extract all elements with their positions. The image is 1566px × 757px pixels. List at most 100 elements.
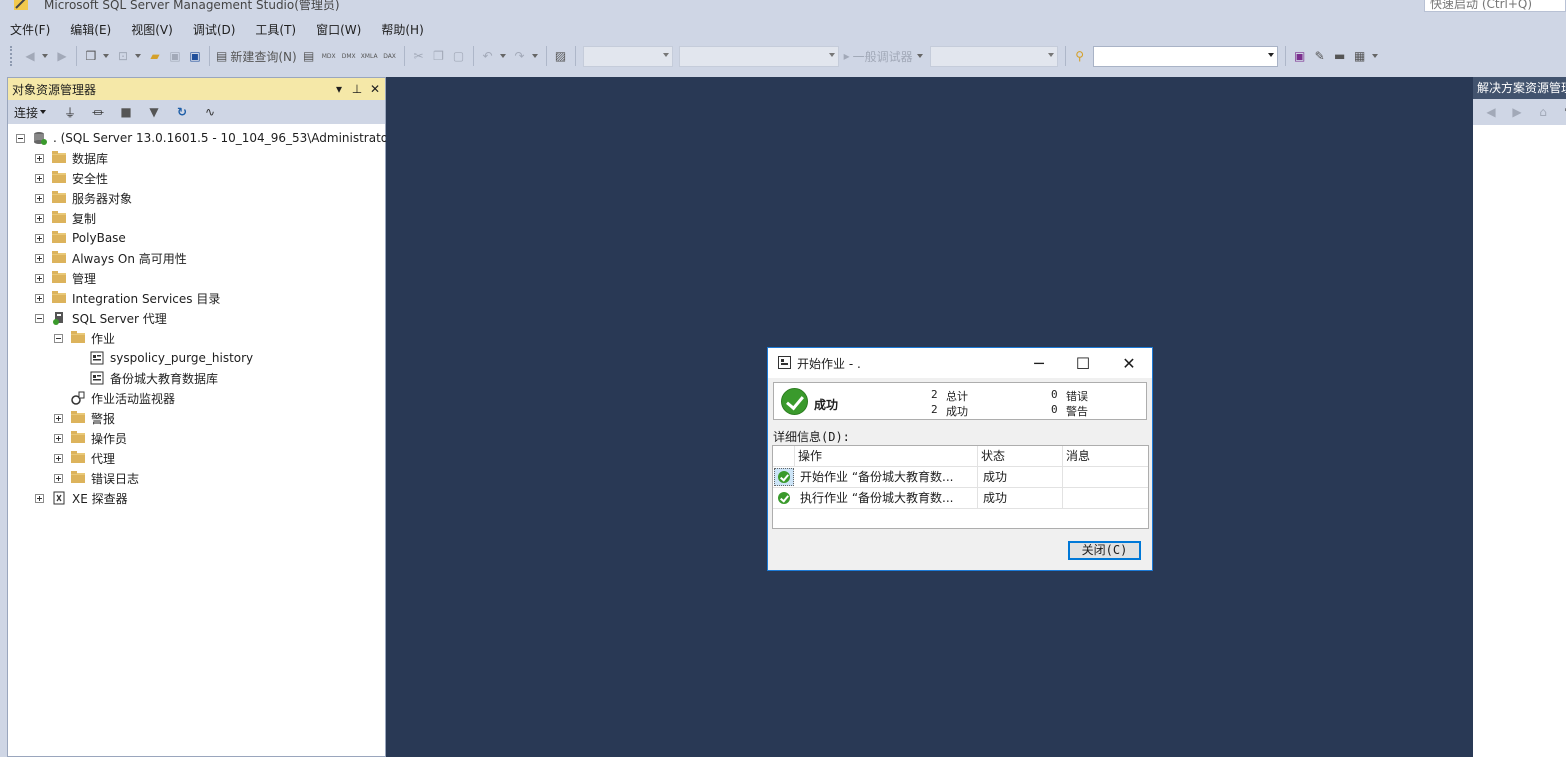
- expand-icon[interactable]: [54, 433, 63, 443]
- cut-icon[interactable]: ✂: [409, 45, 429, 67]
- tree-node-job-activity-monitor[interactable]: 作业活动监视器: [8, 388, 385, 408]
- open-file-icon[interactable]: ▰: [145, 45, 165, 67]
- dax-query-icon[interactable]: DAX: [380, 45, 400, 67]
- close-button[interactable]: 关闭(C): [1068, 541, 1141, 560]
- menu-file[interactable]: 文件(F): [0, 20, 60, 40]
- back-dropdown-icon[interactable]: [42, 54, 48, 58]
- column-header-action[interactable]: 操作: [795, 446, 978, 466]
- minimize-icon[interactable]: ─: [1028, 352, 1050, 374]
- refresh-icon[interactable]: ↻: [172, 101, 192, 123]
- tree-node-polybase[interactable]: PolyBase: [8, 228, 385, 248]
- activity-monitor-icon[interactable]: ▨: [551, 45, 571, 67]
- table-row[interactable]: 开始作业 “备份城大教育数... 成功: [773, 467, 1148, 488]
- close-icon[interactable]: ✕: [369, 82, 381, 96]
- new-project-dropdown-icon[interactable]: [103, 54, 109, 58]
- expand-icon[interactable]: [35, 273, 44, 283]
- copy-icon[interactable]: ❐: [429, 45, 449, 67]
- properties-wrench-icon[interactable]: ✎: [1559, 101, 1566, 123]
- tree-node-operators[interactable]: 操作员: [8, 428, 385, 448]
- toolbar-grip[interactable]: [10, 46, 14, 66]
- collapse-icon[interactable]: [35, 313, 44, 323]
- menu-help[interactable]: 帮助(H): [371, 20, 433, 40]
- forward-icon[interactable]: ▶: [1507, 101, 1527, 123]
- dmx-query-icon[interactable]: DMX: [339, 45, 359, 67]
- back-icon[interactable]: ◀: [1481, 101, 1501, 123]
- column-header-message[interactable]: 消息: [1063, 446, 1150, 466]
- find-icon[interactable]: ⚲: [1070, 45, 1090, 67]
- collapse-icon[interactable]: [54, 333, 63, 343]
- solution-platform-select[interactable]: [678, 45, 839, 67]
- expand-icon[interactable]: [35, 193, 44, 203]
- panel-dropdown-icon[interactable]: ▾: [333, 82, 345, 96]
- tree-node-alerts[interactable]: 警报: [8, 408, 385, 428]
- tree-node-error-logs[interactable]: 错误日志: [8, 468, 385, 488]
- solution-configuration-select[interactable]: [582, 45, 673, 67]
- database-engine-query-icon[interactable]: ▤: [299, 45, 319, 67]
- home-icon[interactable]: ⌂: [1533, 101, 1553, 123]
- debugger-dropdown-icon[interactable]: [916, 54, 923, 58]
- disconnect-icon[interactable]: ⏛: [88, 101, 108, 123]
- solution-explorer-icon[interactable]: ▣: [1290, 45, 1310, 67]
- forward-icon[interactable]: ▶: [52, 45, 72, 67]
- new-query-button[interactable]: ▤ 新建查询(N): [214, 45, 299, 67]
- back-icon[interactable]: ◀: [20, 45, 40, 67]
- expand-icon[interactable]: [54, 473, 63, 483]
- toolbox-icon[interactable]: ▬: [1330, 45, 1350, 67]
- connect-plug-icon[interactable]: ⏚: [60, 101, 80, 123]
- pin-icon[interactable]: ⊥: [351, 82, 363, 96]
- expand-icon[interactable]: [54, 413, 63, 423]
- expand-icon[interactable]: [35, 173, 44, 183]
- undo-icon[interactable]: ↶: [478, 45, 498, 67]
- add-item-icon[interactable]: ⊡: [113, 45, 133, 67]
- debug-target-select[interactable]: [929, 45, 1058, 67]
- xmla-query-icon[interactable]: XMLA: [359, 45, 380, 67]
- tree-node-management[interactable]: 管理: [8, 268, 385, 288]
- tree-server-node[interactable]: . (SQL Server 13.0.1601.5 - 10_104_96_53…: [8, 128, 398, 148]
- expand-icon[interactable]: [35, 233, 44, 243]
- expand-icon[interactable]: [54, 453, 63, 463]
- redo-icon[interactable]: ↷: [510, 45, 530, 67]
- tree-node-databases[interactable]: 数据库: [8, 148, 385, 168]
- tree-node-jobs[interactable]: 作业: [8, 328, 385, 348]
- tree-node-job[interactable]: 备份城大教育数据库: [8, 368, 385, 388]
- menu-edit[interactable]: 编辑(E): [60, 20, 121, 40]
- quick-launch-input[interactable]: 快速启动 (Ctrl+Q): [1424, 0, 1566, 12]
- undo-dropdown-icon[interactable]: [499, 54, 506, 58]
- activity-monitor-small-icon[interactable]: ∿: [200, 101, 220, 123]
- new-project-icon[interactable]: ❒: [81, 45, 101, 67]
- connect-button[interactable]: 连接: [12, 101, 52, 123]
- save-icon[interactable]: ▣: [165, 45, 185, 67]
- expand-icon[interactable]: [35, 293, 44, 303]
- stop-icon[interactable]: ■: [116, 101, 136, 123]
- collapse-icon[interactable]: [16, 133, 25, 143]
- menu-tools[interactable]: 工具(T): [245, 20, 306, 40]
- tree-node-sql-agent[interactable]: SQL Server 代理: [8, 308, 385, 328]
- tree-node-job[interactable]: syspolicy_purge_history: [8, 348, 385, 368]
- maximize-icon[interactable]: ☐: [1072, 352, 1094, 374]
- expand-icon[interactable]: [35, 253, 44, 263]
- expand-icon[interactable]: [35, 213, 44, 223]
- tree-node-replication[interactable]: 复制: [8, 208, 385, 228]
- tree-node-always-on[interactable]: Always On 高可用性: [8, 248, 385, 268]
- toolbar-options-icon[interactable]: [1371, 54, 1378, 58]
- properties-wrench-icon[interactable]: ✎: [1310, 45, 1330, 67]
- expand-icon[interactable]: [35, 493, 44, 503]
- window-layout-icon[interactable]: ▦: [1350, 45, 1370, 67]
- redo-dropdown-icon[interactable]: [531, 54, 538, 58]
- find-select[interactable]: [1092, 45, 1278, 67]
- tree-node-server-objects[interactable]: 服务器对象: [8, 188, 385, 208]
- menu-view[interactable]: 视图(V): [121, 20, 183, 40]
- add-item-dropdown-icon[interactable]: [135, 54, 141, 58]
- table-row[interactable]: 执行作业 “备份城大教育数... 成功: [773, 488, 1148, 509]
- tree-node-xe-profiler[interactable]: XE 探查器: [8, 488, 385, 508]
- menu-window[interactable]: 窗口(W): [306, 20, 371, 40]
- tree-node-proxies[interactable]: 代理: [8, 448, 385, 468]
- tree-node-security[interactable]: 安全性: [8, 168, 385, 188]
- start-debugger-button[interactable]: ▸ 一般调试器: [842, 45, 915, 67]
- close-icon[interactable]: ✕: [1118, 352, 1140, 374]
- menu-debug[interactable]: 调试(D): [183, 20, 246, 40]
- mdx-query-icon[interactable]: MDX: [319, 45, 339, 67]
- paste-icon[interactable]: ▢: [449, 45, 469, 67]
- column-header-status[interactable]: 状态: [978, 446, 1063, 466]
- tree-node-integration-services[interactable]: Integration Services 目录: [8, 288, 385, 308]
